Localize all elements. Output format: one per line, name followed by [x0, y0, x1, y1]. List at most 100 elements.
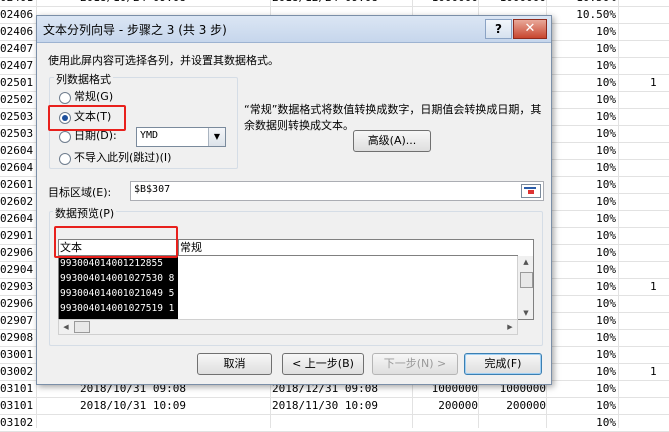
sheet-cell[interactable] — [650, 330, 669, 346]
date-format-select[interactable]: YMD ▼ — [136, 127, 226, 147]
sheet-cell[interactable] — [650, 381, 669, 397]
sheet-cell[interactable] — [650, 245, 669, 261]
cancel-button[interactable]: 取消 — [197, 353, 272, 375]
sheet-cell[interactable] — [650, 262, 669, 278]
sheet-cell[interactable] — [650, 228, 669, 244]
sheet-cell[interactable]: 10% — [560, 211, 616, 227]
sheet-cell[interactable]: 02407 — [0, 41, 36, 57]
sheet-cell[interactable] — [650, 143, 669, 159]
sheet-cell[interactable]: 10% — [560, 347, 616, 363]
sheet-cell[interactable]: 10% — [560, 143, 616, 159]
sheet-cell[interactable] — [650, 109, 669, 125]
scroll-thumb-horizontal[interactable] — [74, 321, 90, 333]
sheet-cell[interactable] — [650, 313, 669, 329]
sheet-cell[interactable]: 10% — [560, 279, 616, 295]
sheet-cell[interactable]: 02604 — [0, 211, 36, 227]
sheet-cell[interactable]: 02908 — [0, 330, 36, 346]
sheet-cell[interactable]: 10% — [560, 381, 616, 397]
sheet-cell[interactable]: 10% — [560, 177, 616, 193]
sheet-cell[interactable] — [650, 41, 669, 57]
scroll-thumb[interactable] — [520, 272, 533, 288]
sheet-cell[interactable]: 02501 — [0, 75, 36, 91]
sheet-cell[interactable]: 02604 — [0, 160, 36, 176]
finish-button[interactable]: 完成(F) — [464, 353, 542, 375]
sheet-cell[interactable] — [650, 7, 669, 23]
sheet-cell[interactable]: 03002 — [0, 364, 36, 380]
sheet-cell[interactable]: 10% — [560, 398, 616, 414]
sheet-cell[interactable] — [650, 296, 669, 312]
sheet-cell[interactable]: 10% — [560, 313, 616, 329]
sheet-cell[interactable]: 10% — [560, 228, 616, 244]
sheet-cell[interactable]: 02604 — [0, 143, 36, 159]
sheet-cell[interactable]: 10% — [560, 41, 616, 57]
sheet-cell[interactable]: 200000 — [414, 398, 478, 414]
sheet-cell[interactable]: 02407 — [0, 58, 36, 74]
sheet-cell[interactable]: 10% — [560, 194, 616, 210]
sheet-cell[interactable] — [650, 177, 669, 193]
preview-header-general[interactable]: 常规 — [179, 240, 518, 256]
sheet-cell[interactable]: 02406 — [0, 7, 36, 23]
scroll-right-icon[interactable]: ▶ — [504, 321, 516, 333]
destination-input[interactable]: $B$307 — [130, 181, 544, 201]
sheet-cell[interactable]: 1 — [650, 279, 669, 295]
sheet-cell[interactable]: 03101 — [0, 381, 36, 397]
sheet-cell[interactable]: 02503 — [0, 126, 36, 142]
radio-skip-dot[interactable] — [59, 153, 71, 165]
sheet-cell[interactable]: 10% — [560, 245, 616, 261]
sheet-cell[interactable] — [414, 415, 478, 431]
sheet-cell[interactable]: 02907 — [0, 313, 36, 329]
sheet-cell[interactable]: 03101 — [0, 398, 36, 414]
next-button[interactable]: 下一步(N) > — [372, 353, 458, 375]
sheet-cell[interactable]: 2018/10/31 10:09 — [80, 398, 270, 414]
chevron-down-icon[interactable]: ▼ — [208, 128, 225, 146]
sheet-cell[interactable] — [272, 415, 412, 431]
sheet-cell[interactable]: 10% — [560, 24, 616, 40]
sheet-cell[interactable]: 10% — [560, 109, 616, 125]
preview-horizontal-scrollbar[interactable]: ◀ ▶ — [58, 319, 518, 335]
scroll-left-icon[interactable]: ◀ — [60, 321, 72, 333]
sheet-cell[interactable]: 1 — [650, 75, 669, 91]
sheet-cell[interactable] — [650, 415, 669, 431]
sheet-cell[interactable]: 10% — [560, 126, 616, 142]
sheet-cell[interactable] — [650, 347, 669, 363]
help-button[interactable]: ? — [485, 19, 512, 39]
sheet-cell[interactable]: 10% — [560, 75, 616, 91]
sheet-cell[interactable]: 03001 — [0, 347, 36, 363]
preview-vertical-scrollbar[interactable]: ▲ ▼ — [517, 256, 533, 319]
radio-date-dot[interactable] — [59, 131, 71, 143]
sheet-cell[interactable]: 200000 — [480, 398, 546, 414]
sheet-cell[interactable] — [650, 126, 669, 142]
sheet-cell[interactable] — [650, 160, 669, 176]
sheet-cell[interactable]: 10% — [560, 296, 616, 312]
close-button[interactable]: ✕ — [513, 19, 547, 39]
sheet-cell[interactable]: 1 — [650, 364, 669, 380]
sheet-row[interactable]: 03101 2018/10/31 10:09 2018/11/30 10:09 200… — [0, 397, 669, 415]
sheet-cell[interactable]: 10.50% — [560, 7, 616, 23]
back-button[interactable]: < 上一步(B) — [282, 353, 364, 375]
sheet-cell[interactable]: 02406 — [0, 24, 36, 40]
sheet-cell[interactable]: 10% — [560, 92, 616, 108]
sheet-cell[interactable]: 2018/11/30 10:09 — [272, 398, 412, 414]
sheet-row[interactable]: 03102 10% — [0, 414, 669, 432]
advanced-button[interactable]: 高级(A)... — [353, 130, 431, 152]
sheet-cell[interactable]: 02903 — [0, 279, 36, 295]
sheet-cell[interactable] — [650, 194, 669, 210]
sheet-cell[interactable] — [650, 24, 669, 40]
sheet-cell[interactable]: 02904 — [0, 262, 36, 278]
sheet-cell[interactable] — [650, 92, 669, 108]
sheet-cell[interactable]: 10% — [560, 364, 616, 380]
sheet-cell[interactable] — [650, 211, 669, 227]
sheet-cell[interactable]: 10% — [560, 415, 616, 431]
sheet-cell[interactable]: 02601 — [0, 177, 36, 193]
sheet-cell[interactable]: 10% — [560, 160, 616, 176]
sheet-cell[interactable]: 02503 — [0, 109, 36, 125]
radio-general-dot[interactable] — [59, 92, 71, 104]
sheet-cell[interactable] — [650, 398, 669, 414]
sheet-cell[interactable] — [480, 415, 546, 431]
sheet-cell[interactable]: 10% — [560, 262, 616, 278]
sheet-cell[interactable] — [650, 58, 669, 74]
sheet-cell[interactable]: 10% — [560, 58, 616, 74]
collapse-dialog-icon[interactable] — [521, 184, 541, 198]
scroll-down-icon[interactable]: ▼ — [520, 308, 532, 318]
sheet-cell[interactable]: 02906 — [0, 296, 36, 312]
